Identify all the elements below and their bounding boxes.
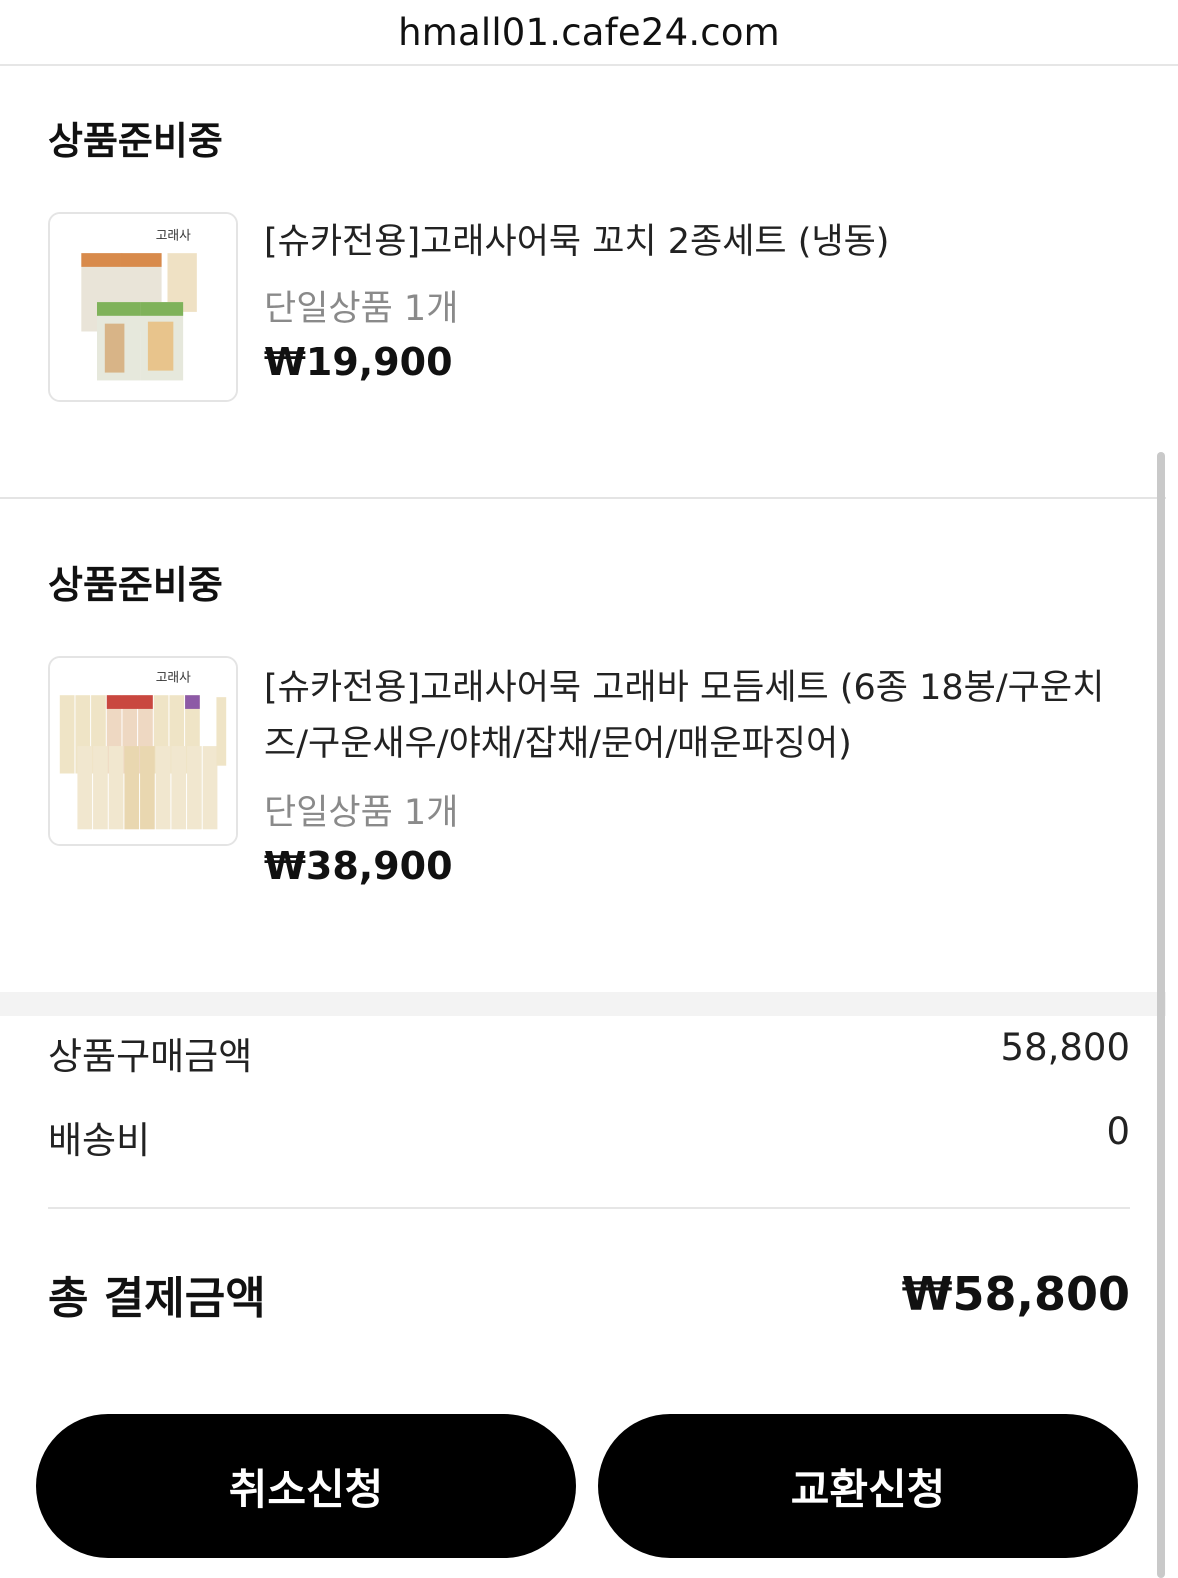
summary-divider [48,1207,1130,1209]
shipping-label: 배송비 [48,1119,151,1162]
fishcake-skewer-set-image: 고래사 [50,214,236,400]
cancel-request-button[interactable]: 취소신청 [36,1414,576,1558]
product-name[interactable]: [슈카전용]고래사어묵 고래바 모듬세트 (6종 18봉/구운치즈/구운새우/야… [264,660,1134,772]
product-thumbnail[interactable]: 고래사 [48,656,238,846]
total-value: ₩58,800 [901,1267,1130,1321]
product-price: ₩38,900 [264,844,453,888]
shipping-value: 0 [1106,1110,1130,1153]
order-status: 상품준비중 [48,563,223,607]
shipping-row: 배송비 0 [48,1110,1130,1164]
total-label: 총 결제금액 [48,1273,266,1324]
product-amount-label: 상품구매금액 [48,1035,253,1078]
section-divider [0,497,1166,499]
address-bar[interactable]: hmall01.cafe24.com [0,0,1178,66]
svg-text:고래사: 고래사 [156,669,191,684]
order-status: 상품준비중 [48,119,223,163]
section-gap [0,992,1166,1016]
product-thumbnail[interactable]: 고래사 [48,212,238,402]
svg-text:고래사: 고래사 [156,227,191,242]
exchange-request-button[interactable]: 교환신청 [598,1414,1138,1558]
product-amount-value: 58,800 [1000,1026,1130,1069]
total-row: 총 결제금액 ₩58,800 [48,1262,1130,1326]
fishcake-bar-assortment-image: 고래사 [50,658,236,844]
product-amount-row: 상품구매금액 58,800 [48,1026,1130,1080]
product-name[interactable]: [슈카전용]고래사어묵 꼬치 2종세트 (냉동) [264,214,1134,270]
product-price: ₩19,900 [264,340,453,384]
scrollbar[interactable] [1157,452,1165,1578]
product-option: 단일상품 1개 [264,289,459,329]
product-option: 단일상품 1개 [264,793,459,833]
url-text: hmall01.cafe24.com [398,10,780,54]
